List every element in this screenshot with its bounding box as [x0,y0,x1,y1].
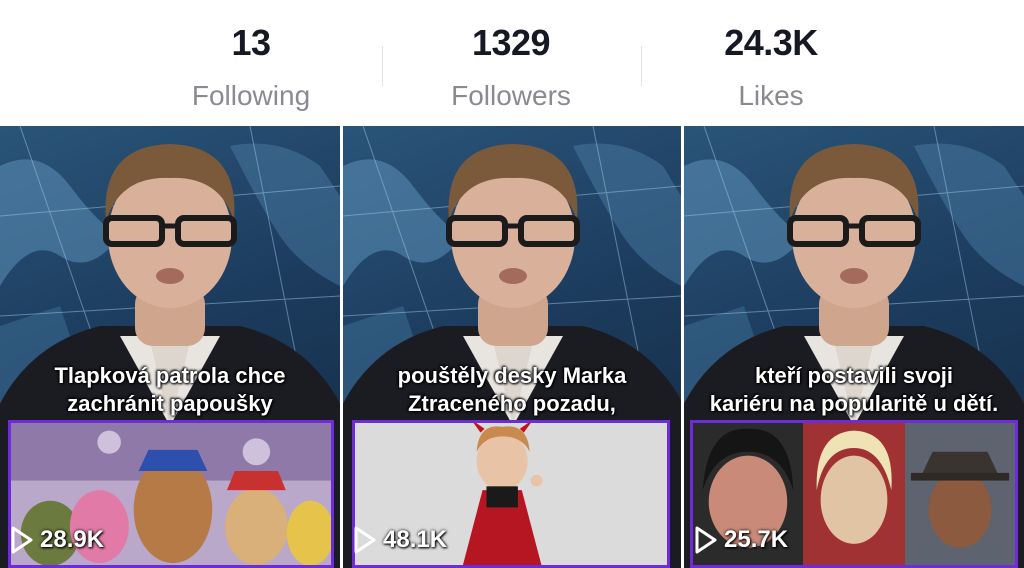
likes-count: 24.3K [724,22,818,63]
view-count-text: 28.9K [40,526,105,553]
play-icon [695,526,717,554]
view-count: 25.7K [694,526,788,554]
likes-label: Likes [738,80,804,111]
play-icon [11,526,33,554]
followers-label: Followers [451,80,571,111]
video-thumbnail[interactable]: Tlapková patrola chce zachránit papoušky [0,126,340,568]
view-count: 28.9K [10,526,104,554]
caption-line: zachránit papoušky [67,391,273,416]
caption-line: Ztraceného pozadu, [408,391,616,416]
video-thumbnail[interactable]: pouštěly desky Marka Ztraceného pozadu, … [343,126,681,568]
profile-stats: 13 Following 1329 Followers 24.3K Likes [0,0,1024,126]
caption-line: kteří postavili svoji [754,363,954,388]
caption-line: Tlapková patrola chce [54,363,286,388]
stat-divider [382,46,383,86]
video-caption: Tlapková patrola chce zachránit papoušky [0,362,340,418]
following-stat[interactable]: 13 Following [131,0,371,126]
following-label: Following [191,80,311,111]
followers-stat[interactable]: 1329 Followers [391,0,631,126]
video-caption: pouštěly desky Marka Ztraceného pozadu, [343,362,681,418]
view-count-text: 25.7K [724,526,789,553]
caption-line: pouštěly desky Marka [397,363,627,388]
video-caption: kteří postavili svoji kariéru na popular… [684,362,1024,418]
followers-count: 1329 [471,22,551,63]
video-grid: Tlapková patrola chce zachránit papoušky [0,126,1024,568]
view-count-text: 48.1K [383,526,448,553]
stat-divider [641,46,642,86]
likes-stat: 24.3K Likes [651,0,891,126]
video-thumbnail[interactable]: kteří postavili svoji kariéru na popular… [684,126,1024,568]
play-icon [354,526,376,554]
following-count: 13 [231,22,271,63]
caption-line: kariéru na popularitě u dětí. [709,391,999,416]
view-count: 48.1K [353,526,447,554]
